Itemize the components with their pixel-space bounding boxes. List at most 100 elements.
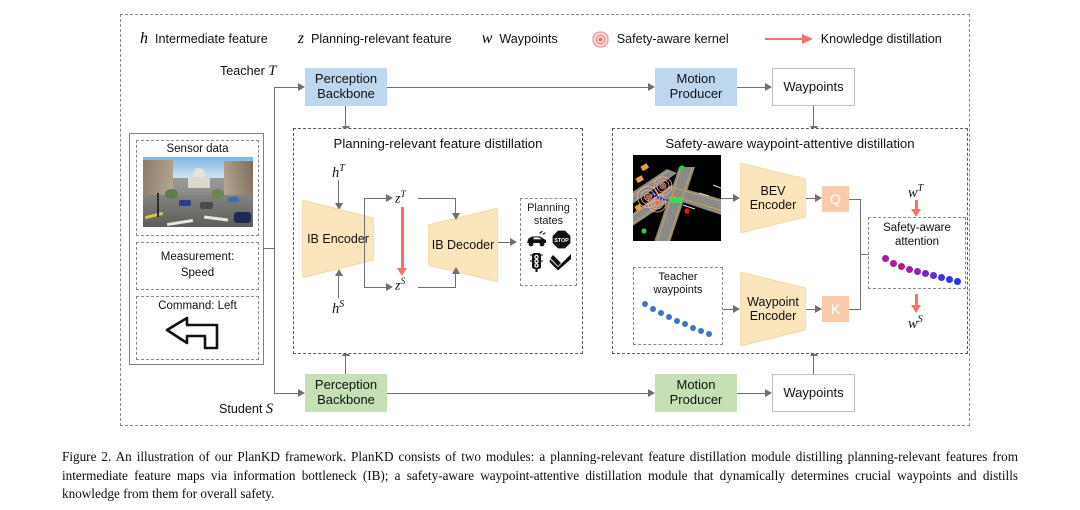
k-to-merge-line bbox=[849, 309, 861, 311]
teacher-waypoints-box: Waypoints bbox=[772, 68, 855, 106]
teacher-producer-arrowhead bbox=[648, 83, 655, 91]
waypoint-encoder-label: Waypoint Encoder bbox=[747, 294, 799, 323]
encoder-to-key-line bbox=[806, 309, 815, 311]
figure-caption: Figure 2. An illustration of our PlanKD … bbox=[62, 449, 1018, 502]
q-to-merge-line bbox=[849, 199, 861, 201]
street-scene-image bbox=[142, 157, 253, 227]
teacher-perception-backbone: Perception Backbone bbox=[305, 68, 387, 106]
stop-sign-icon: STOP bbox=[549, 229, 573, 250]
encoder-split-vline bbox=[364, 198, 366, 288]
safety-kernel-icon bbox=[591, 30, 609, 48]
italic-h-symbol: h bbox=[140, 30, 148, 47]
feature-module-title: Planning-relevant feature distillation bbox=[333, 136, 543, 151]
check-arrow-icon bbox=[549, 251, 573, 272]
legend-label: Knowledge distillation bbox=[820, 32, 942, 46]
zS-decoder-arrow bbox=[451, 267, 460, 274]
h-student-label: hS bbox=[332, 299, 345, 317]
ib-decoder: IB Decoder bbox=[428, 208, 498, 282]
bev-map-image bbox=[633, 155, 721, 241]
measurement-label-line2: Speed bbox=[180, 267, 215, 279]
z-teacher-label: zT bbox=[395, 190, 406, 207]
zT-decoder-arrow bbox=[451, 213, 460, 220]
feature-distillation-red-line bbox=[401, 207, 404, 270]
safety-aware-attention-box: Safety-aware attention bbox=[868, 217, 966, 289]
planning-states-arrowhead bbox=[510, 238, 517, 246]
waypoint-encoder-arrowhead bbox=[733, 305, 740, 313]
key-box: K bbox=[822, 296, 849, 322]
input-to-student-hline bbox=[274, 393, 298, 395]
query-arrowhead bbox=[815, 194, 822, 202]
command-cell: Command: Left bbox=[136, 296, 259, 360]
query-box: Q bbox=[822, 186, 849, 212]
planning-states-label-line2: states bbox=[533, 214, 564, 227]
student-perception-backbone: Perception Backbone bbox=[305, 374, 387, 412]
red-arrow-icon bbox=[764, 33, 813, 45]
student-backbone-to-producer bbox=[387, 393, 648, 395]
traffic-light-icon bbox=[524, 251, 548, 272]
student-producer-to-waypoints bbox=[737, 393, 765, 395]
key-arrowhead bbox=[815, 305, 822, 313]
teacher-backbone-to-producer bbox=[387, 87, 648, 89]
legend-label: Planning-relevant feature bbox=[310, 32, 452, 46]
input-to-teacher-vline bbox=[274, 87, 276, 249]
waypoint-encoder: Waypoint Encoder bbox=[740, 272, 806, 346]
legend-item-intermediate-feature: h Intermediate feature bbox=[140, 30, 268, 48]
student-symbol: S bbox=[265, 401, 274, 417]
zT-arrowhead bbox=[386, 194, 393, 202]
bev-to-encoder-line bbox=[721, 198, 733, 200]
student-producer-arrowhead bbox=[648, 389, 655, 397]
z-student-label: zS bbox=[395, 277, 406, 294]
zS-to-decoder-hline bbox=[418, 287, 456, 289]
encoder-to-query-line bbox=[806, 198, 815, 200]
sensor-data-label: Sensor data bbox=[166, 143, 229, 155]
student-backbone-arrowhead bbox=[298, 389, 305, 397]
measurement-label-line1: Measurement: bbox=[160, 251, 235, 264]
teacher-producer-to-waypoints bbox=[737, 87, 765, 89]
decoder-to-planning-states bbox=[498, 242, 510, 244]
input-to-teacher-hline bbox=[274, 87, 298, 89]
w-student-label: wS bbox=[908, 314, 923, 332]
figure-root: h Intermediate feature z Planning-releva… bbox=[0, 0, 1080, 510]
wS-red-arrowhead bbox=[911, 305, 922, 313]
legend-item-waypoints: w Waypoints bbox=[482, 30, 558, 48]
zS-arrowhead bbox=[386, 283, 393, 291]
legend-label: Safety-aware kernel bbox=[616, 32, 729, 46]
legend-label: Intermediate feature bbox=[155, 32, 268, 46]
bev-encoder: BEV Encoder bbox=[740, 163, 806, 233]
legend-item-knowledge-distillation: Knowledge distillation bbox=[764, 32, 942, 46]
waypoints-to-encoder-line bbox=[723, 309, 733, 311]
planning-states-box: Planning states STOP bbox=[520, 198, 577, 286]
italic-w-symbol: w bbox=[481, 30, 493, 47]
attention-waypoints-dots bbox=[869, 218, 965, 288]
sensor-data-cell: Sensor data bbox=[136, 140, 259, 236]
safety-module-title: Safety-aware waypoint-attentive distilla… bbox=[665, 136, 915, 151]
input-to-student-vline bbox=[274, 248, 276, 394]
teacher-waypoints-arrowhead bbox=[765, 83, 772, 91]
input-panel: Sensor data Measurement: Speed Command: … bbox=[129, 133, 264, 365]
student-waypoints-arrowhead bbox=[765, 389, 772, 397]
teacher-backbone-arrowhead bbox=[298, 83, 305, 91]
encoder-to-zT-line bbox=[364, 198, 386, 200]
legend-item-planning-relevant-feature: z Planning-relevant feature bbox=[298, 30, 452, 48]
bev-encoder-label: BEV Encoder bbox=[749, 183, 797, 212]
teacher-role-label: Teacher T bbox=[220, 63, 277, 79]
student-waypoints-box: Waypoints bbox=[772, 374, 855, 412]
teacher-symbol: T bbox=[268, 63, 277, 79]
student-motion-producer: Motion Producer bbox=[655, 374, 737, 412]
bev-encoder-arrowhead bbox=[733, 194, 740, 202]
italic-z-symbol: z bbox=[297, 30, 304, 47]
measurement-cell: Measurement: Speed bbox=[136, 242, 259, 290]
student-role-label: Student S bbox=[219, 401, 274, 417]
feature-distillation-red-arrowhead bbox=[397, 268, 408, 276]
teacher-waypoints-dots bbox=[634, 268, 722, 344]
w-teacher-label: wT bbox=[908, 183, 924, 201]
h-teacher-label: hT bbox=[332, 163, 345, 181]
planning-states-label-line1: Planning bbox=[527, 202, 570, 214]
legend-item-safety-aware-kernel: Safety-aware kernel bbox=[591, 30, 729, 48]
zT-to-decoder-hline bbox=[418, 198, 456, 200]
car-icon bbox=[524, 229, 548, 250]
left-turn-arrow-icon bbox=[161, 314, 235, 355]
legend-label: Waypoints bbox=[499, 32, 558, 46]
legend: h Intermediate feature z Planning-releva… bbox=[130, 26, 970, 52]
teacher-motion-producer: Motion Producer bbox=[655, 68, 737, 106]
